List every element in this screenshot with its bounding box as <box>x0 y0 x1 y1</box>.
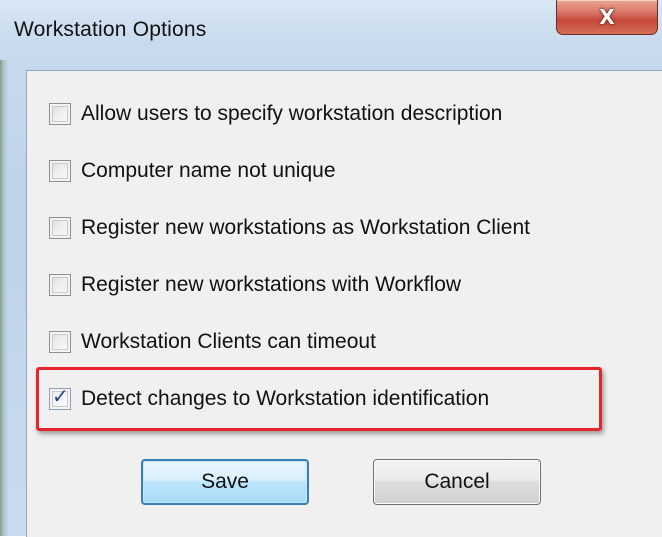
checkbox-clients-timeout[interactable] <box>49 331 71 353</box>
checkbox-register-workflow[interactable] <box>49 274 71 296</box>
option-label: Workstation Clients can timeout <box>81 330 376 353</box>
option-clients-timeout[interactable]: Workstation Clients can timeout <box>49 325 376 359</box>
option-register-workstation-client[interactable]: Register new workstations as Workstation… <box>49 211 530 245</box>
check-mark-icon: ✓ <box>52 384 69 408</box>
dialog-client-area: Allow users to specify workstation descr… <box>26 70 662 537</box>
option-label: Allow users to specify workstation descr… <box>81 102 503 125</box>
checkbox-detect-changes[interactable]: ✓ <box>49 384 71 410</box>
option-computer-name-not-unique[interactable]: Computer name not unique <box>49 154 336 188</box>
option-label: Register new workstations with Workflow <box>81 273 462 296</box>
checkbox-register-workstation-client[interactable] <box>49 217 71 239</box>
checkbox-computer-name-not-unique[interactable] <box>49 160 71 182</box>
option-allow-description[interactable]: Allow users to specify workstation descr… <box>49 97 502 131</box>
option-label: Computer name not unique <box>81 159 336 182</box>
option-detect-changes[interactable]: ✓ Detect changes to Workstation identifi… <box>49 382 489 416</box>
option-register-workflow[interactable]: Register new workstations with Workflow <box>49 268 461 302</box>
window-title: Workstation Options <box>14 18 207 41</box>
checkbox-allow-description[interactable] <box>49 103 71 125</box>
option-label: Detect changes to Workstation identifica… <box>81 387 490 410</box>
cancel-button[interactable]: Cancel <box>373 459 541 505</box>
window-frame-edge <box>0 60 8 536</box>
close-icon: X <box>599 5 615 29</box>
save-button[interactable]: Save <box>141 459 309 505</box>
close-button[interactable]: X <box>556 0 658 35</box>
option-label: Register new workstations as Workstation… <box>81 216 530 239</box>
dialog-window: Workstation Options X Allow users to spe… <box>0 0 662 537</box>
